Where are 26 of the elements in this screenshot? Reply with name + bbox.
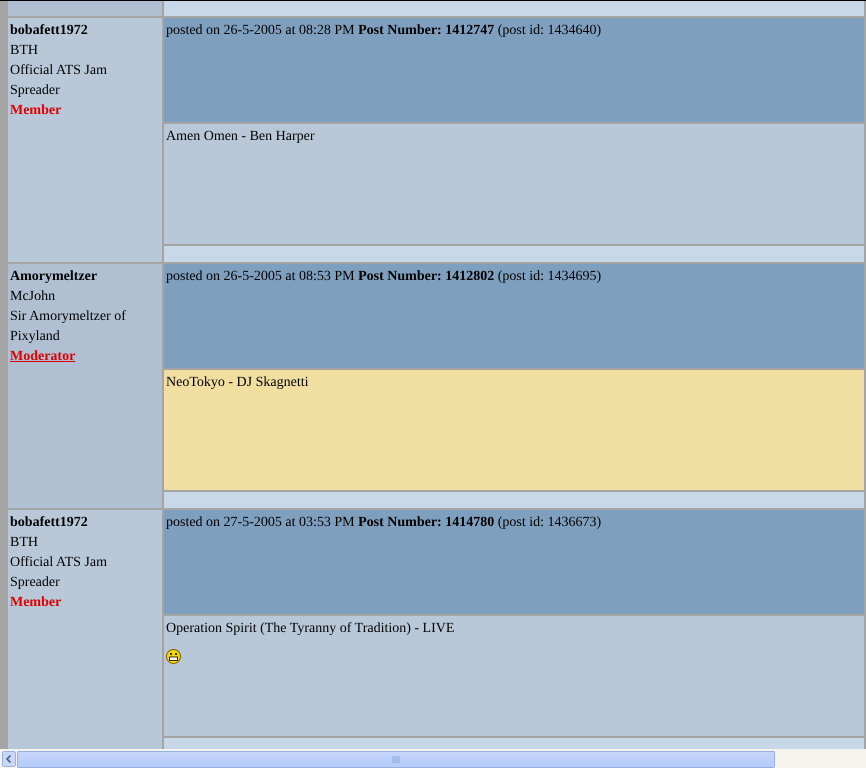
horizontal-scrollbar[interactable]: [0, 749, 866, 768]
user-title: Official ATS Jam: [10, 554, 108, 572]
user-title: Sir Amorymeltzer of: [10, 308, 127, 326]
user-title: BTH: [10, 534, 39, 552]
rank-label: Member: [10, 594, 62, 612]
post-meta: posted on 26-5-2005 at 08:53 PM Post Number: 1412802 (post id: 1434695): [166, 269, 602, 284]
author-name: bobafett1972: [10, 514, 89, 532]
post-text: Operation Spirit (The Tyranny of Tradition) - LIVE: [166, 620, 454, 638]
author-name: bobafett1972: [10, 22, 89, 40]
post-meta: posted on 26-5-2005 at 08:28 PM Post Number: 1412747 (post id: 1434640): [166, 23, 602, 38]
user-title: Official ATS Jam: [10, 62, 108, 80]
rank-label: Member: [10, 102, 62, 120]
scroll-left-icon[interactable]: [2, 750, 16, 767]
user-title: Pixyland: [10, 328, 61, 346]
user-title: Spreader: [10, 574, 61, 592]
grip-icon: [392, 756, 400, 764]
scroll-thumb[interactable]: [17, 751, 775, 768]
post-meta: posted on 27-5-2005 at 03:53 PM Post Number: 1414780 (post id: 1436673): [166, 515, 602, 530]
user-title: Spreader: [10, 82, 61, 100]
post-text: NeoTokyo - DJ Skagnetti: [166, 374, 309, 392]
smiley-icon: [166, 649, 181, 664]
user-title: BTH: [10, 42, 39, 60]
user-title: McJohn: [10, 288, 56, 306]
author-name: Amorymeltzer: [10, 268, 98, 286]
rank-link[interactable]: Moderator: [10, 347, 76, 367]
post-text: Amen Omen - Ben Harper: [166, 128, 315, 146]
